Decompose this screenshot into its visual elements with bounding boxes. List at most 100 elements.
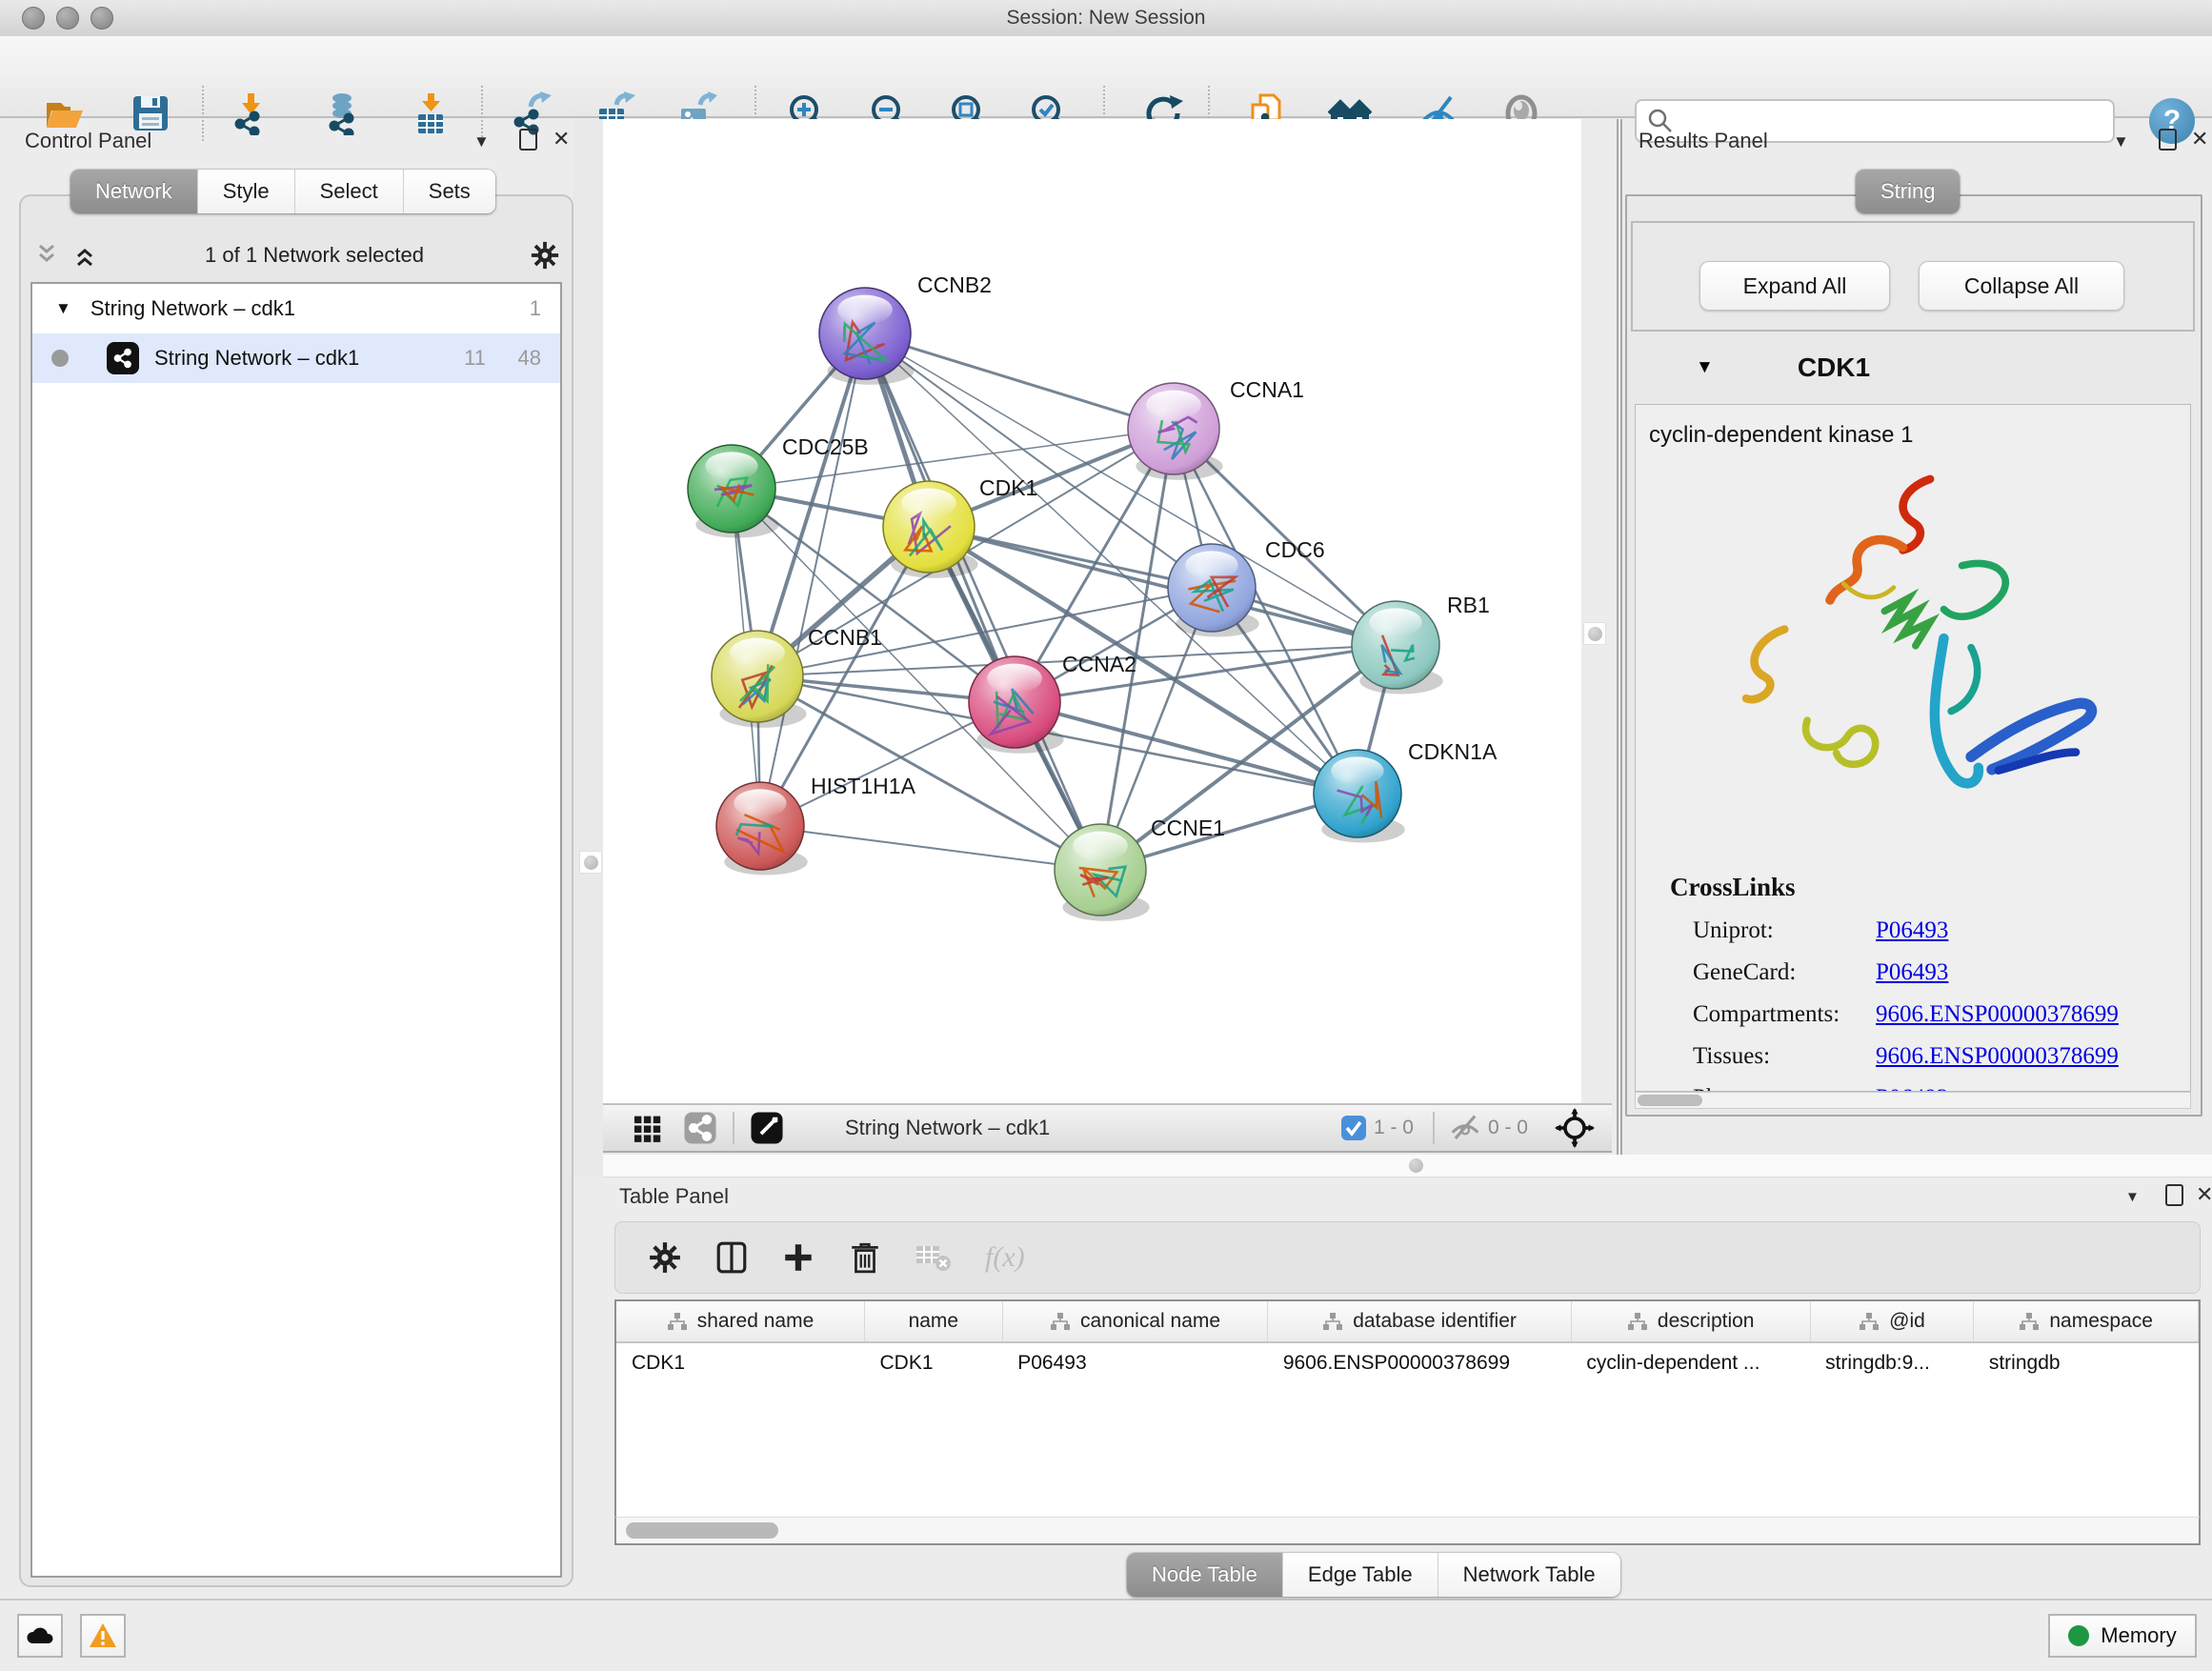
float-panel-icon[interactable] [2159, 129, 2177, 151]
table-scrollbar[interactable] [614, 1517, 2201, 1545]
delete-table-icon[interactable] [915, 1242, 953, 1273]
gene-detail-box: cyclin-dependent kinase 1 CrossLinks Uni… [1635, 404, 2191, 1092]
table-cell[interactable]: 9606.ENSP00000378699 [1268, 1342, 1572, 1383]
tab-edge-table[interactable]: Edge Table [1283, 1553, 1438, 1597]
collapse-panel-icon[interactable]: ▼ [473, 131, 490, 153]
right-splitter[interactable] [1581, 119, 1625, 1103]
column-type-icon [667, 1312, 688, 1331]
results-scrollbar-thumb[interactable] [1638, 1095, 1702, 1106]
selected-checkbox-icon[interactable] [1339, 1114, 1368, 1142]
collapse-all-icon[interactable] [32, 243, 61, 268]
tab-sets[interactable]: Sets [404, 170, 495, 213]
network-options-gear-icon[interactable] [530, 240, 560, 271]
tab-select[interactable]: Select [295, 170, 404, 213]
results-panel-header: Results Panel ▼ ✕ [1625, 119, 2212, 165]
close-panel-icon[interactable]: ✕ [2191, 129, 2208, 150]
cloud-button[interactable] [17, 1614, 63, 1658]
table-cell[interactable]: stringdb:9... [1810, 1342, 1974, 1383]
network-canvas[interactable]: CCNB2CCNA1CDC25BCDK1CDC6RB1CCNB1CCNA2CDK… [603, 119, 1581, 1103]
close-panel-icon[interactable]: ✕ [553, 129, 570, 150]
tab-style[interactable]: Style [198, 170, 295, 213]
create-column-icon[interactable] [781, 1240, 815, 1275]
column-header[interactable]: shared name [616, 1301, 864, 1342]
column-header[interactable]: @id [1810, 1301, 1974, 1342]
main-toolbar: ? [0, 36, 2212, 118]
table-header-row: shared namenamecanonical namedatabase id… [616, 1301, 2199, 1342]
tree-expand-icon[interactable]: ▼ [55, 299, 71, 318]
collapse-all-button[interactable]: Collapse All [1919, 261, 2124, 311]
warning-button[interactable] [80, 1614, 126, 1658]
svg-text:CDC6: CDC6 [1265, 537, 1325, 562]
crosslink-link[interactable]: 9606.ENSP00000378699 [1876, 1001, 2119, 1028]
memory-button[interactable]: Memory [2048, 1614, 2197, 1658]
network-graph[interactable]: CCNB2CCNA1CDC25BCDK1CDC6RB1CCNB1CCNA2CDK… [603, 119, 1581, 1103]
crosslink-link[interactable]: 9606.ENSP00000378699 [1876, 1043, 2119, 1070]
birdseye-crosshair-icon[interactable] [1555, 1108, 1595, 1148]
close-panel-icon[interactable]: ✕ [2196, 1184, 2212, 1205]
tab-node-table[interactable]: Node Table [1127, 1553, 1283, 1597]
memory-status-dot [2068, 1625, 2089, 1646]
table-cell[interactable]: P06493 [1002, 1342, 1268, 1383]
collapse-panel-icon[interactable]: ▼ [2125, 1186, 2140, 1209]
expand-all-icon[interactable] [70, 243, 99, 268]
section-collapse-icon[interactable]: ▼ [1696, 357, 1714, 378]
column-header[interactable]: canonical name [1002, 1301, 1268, 1342]
svg-text:CCNA2: CCNA2 [1062, 652, 1136, 676]
collapse-panel-icon[interactable]: ▼ [2113, 131, 2129, 153]
expand-all-button[interactable]: Expand All [1699, 261, 1890, 311]
svg-text:HIST1H1A: HIST1H1A [811, 774, 916, 798]
horizontal-splitter[interactable] [603, 1155, 2212, 1178]
network-selection-status: 1 of 1 Network selected [99, 243, 530, 268]
left-splitter-handle[interactable] [579, 851, 602, 874]
svg-text:CCNA1: CCNA1 [1230, 377, 1304, 402]
table-cell[interactable]: cyclin-dependent ... [1571, 1342, 1810, 1383]
crosslink-label: GeneCard: [1693, 959, 1876, 986]
network-label: String Network – cdk1 [154, 346, 359, 371]
network-row[interactable]: String Network – cdk1 11 48 [32, 333, 560, 383]
open-in-new-window-icon[interactable] [748, 1109, 786, 1147]
footer-separator [733, 1112, 734, 1144]
network-node-count: 11 [464, 346, 486, 371]
tab-string[interactable]: String [1856, 170, 1960, 213]
column-header[interactable]: database identifier [1268, 1301, 1572, 1342]
table-scrollbar-thumb[interactable] [626, 1522, 778, 1539]
column-header[interactable]: namespace [1974, 1301, 2199, 1342]
crosslink-link[interactable]: P06493 [1876, 959, 1948, 986]
tab-network-table[interactable]: Network Table [1438, 1553, 1620, 1597]
tab-network[interactable]: Network [70, 170, 198, 213]
title-bar: Session: New Session [0, 0, 2212, 37]
column-type-icon [1859, 1312, 1880, 1331]
column-header[interactable]: description [1571, 1301, 1810, 1342]
float-panel-icon[interactable] [519, 129, 537, 151]
results-panel-title: Results Panel [1639, 129, 1768, 153]
svg-text:CCNB1: CCNB1 [808, 625, 882, 650]
memory-label: Memory [2101, 1623, 2176, 1648]
crosslink-link[interactable]: P06493 [1876, 1085, 1948, 1092]
table-cell[interactable]: CDK1 [616, 1342, 864, 1383]
crosslink-link[interactable]: P06493 [1876, 917, 1948, 944]
delete-column-icon[interactable] [848, 1240, 882, 1275]
grid-view-icon[interactable] [630, 1110, 666, 1146]
table-row[interactable]: CDK1CDK1P064939606.ENSP00000378699cyclin… [616, 1342, 2199, 1383]
svg-text:CCNE1: CCNE1 [1151, 815, 1225, 840]
node-table: shared namenamecanonical namedatabase id… [614, 1299, 2201, 1517]
table-cell[interactable]: CDK1 [864, 1342, 1002, 1383]
control-panel-title: Control Panel [25, 129, 151, 153]
window-title: Session: New Session [0, 0, 2212, 36]
apply-function-icon: f(x) [985, 1241, 1025, 1274]
network-collection-row[interactable]: ▼ String Network – cdk1 1 [32, 284, 560, 333]
gene-section-header[interactable]: ▼ CDK1 [1631, 335, 2195, 400]
link-view-icon[interactable] [681, 1109, 719, 1147]
column-header[interactable]: name [864, 1301, 1002, 1342]
left-splitter[interactable] [573, 119, 603, 1177]
table-settings-gear-icon[interactable] [648, 1240, 682, 1275]
horizontal-splitter-handle[interactable] [1405, 1155, 1426, 1176]
network-edge-count: 48 [518, 346, 541, 371]
table-cell[interactable]: stringdb [1974, 1342, 2199, 1383]
float-panel-icon[interactable] [2165, 1184, 2183, 1206]
gene-name: CDK1 [1798, 352, 1870, 383]
results-scrollbar[interactable] [1635, 1092, 2191, 1109]
column-type-icon [2019, 1312, 2040, 1331]
show-columns-icon[interactable] [714, 1240, 749, 1275]
right-splitter-handle[interactable] [1583, 622, 1606, 645]
